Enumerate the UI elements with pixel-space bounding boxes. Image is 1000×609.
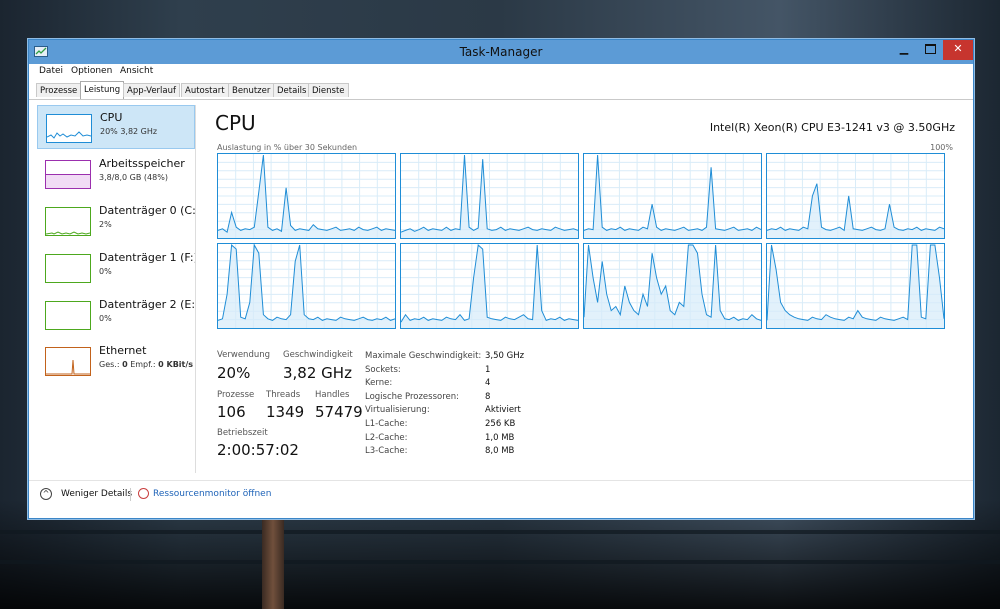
- spec-value: 1,0 MB: [485, 432, 515, 443]
- sidebar-disk2-sub: 0%: [99, 314, 112, 323]
- spec-label: Sockets:: [365, 364, 401, 375]
- logical-processor-graph: [766, 243, 945, 329]
- resource-sidebar: CPU 20% 3,82 GHz Arbeitsspeicher 3,8/8,0…: [37, 105, 196, 473]
- sidebar-item-ethernet[interactable]: Ethernet Ges.: 0 Empf.: 0 KBit/s: [37, 339, 195, 383]
- desktop-post: [262, 515, 284, 609]
- tab-leistung[interactable]: Leistung: [80, 81, 125, 99]
- title-bar[interactable]: Task-Manager ▁ ✕: [29, 40, 973, 64]
- menu-optionen[interactable]: Optionen: [71, 66, 112, 76]
- menu-datei[interactable]: Datei: [39, 66, 63, 76]
- fewer-details-link[interactable]: Weniger Details: [61, 489, 132, 499]
- logical-processor-graph: [583, 243, 762, 329]
- spec-label: Kerne:: [365, 378, 393, 389]
- resource-monitor-link[interactable]: Ressourcenmonitor öffnen: [153, 489, 271, 499]
- sidebar-disk0-sub: 2%: [99, 220, 112, 229]
- graph-axis-label: Auslastung in % über 30 Sekunden: [217, 143, 358, 152]
- tab-details[interactable]: Details: [273, 83, 311, 97]
- maximize-icon: [924, 44, 936, 54]
- tab-prozesse[interactable]: Prozesse: [36, 83, 82, 97]
- memory-fill: [46, 174, 90, 188]
- uptime-value: 2:00:57:02: [217, 441, 299, 459]
- sidebar-cpu-sub: 20% 3,82 GHz: [100, 127, 158, 136]
- desktop-stripe: [0, 560, 1000, 564]
- spec-value: 4: [485, 378, 491, 389]
- resource-monitor-icon[interactable]: [138, 488, 149, 499]
- maximize-button[interactable]: [917, 40, 943, 60]
- sidebar-disk2-title: Datenträger 2 (E:): [99, 298, 195, 311]
- cpu-detail-panel: CPU Intel(R) Xeon(R) CPU E3-1241 v3 @ 3.…: [215, 105, 955, 475]
- disk1-thumbnail-graph: [45, 254, 91, 283]
- spec-label: Maximale Geschwindigkeit:: [365, 351, 482, 361]
- window-title: Task-Manager: [459, 45, 543, 59]
- minimize-button[interactable]: ▁: [891, 40, 917, 60]
- disk0-thumbnail-graph: [45, 207, 91, 236]
- uptime-label: Betriebszeit: [217, 428, 268, 438]
- sidebar-cpu-title: CPU: [100, 111, 123, 124]
- threads-label: Threads: [266, 390, 301, 400]
- usage-label: Verwendung: [217, 350, 271, 360]
- spec-value: 3,50 GHz: [485, 351, 525, 361]
- chevron-up-icon[interactable]: ^: [40, 488, 52, 500]
- close-icon: ✕: [953, 42, 963, 55]
- sidebar-ethernet-sub: Ges.: 0 Empf.: 0 KBit/s: [99, 360, 194, 369]
- close-button[interactable]: ✕: [943, 40, 973, 60]
- sidebar-item-disk-1[interactable]: Datenträger 1 (F:) 0%: [37, 246, 195, 290]
- footer-separator: [130, 488, 131, 501]
- spec-label: Logische Prozessoren:: [365, 391, 459, 402]
- usage-value: 20%: [217, 364, 251, 382]
- sidebar-memory-title: Arbeitsspeicher: [99, 157, 185, 170]
- sidebar-disk0-title: Datenträger 0 (C: D: [99, 204, 195, 217]
- menu-ansicht[interactable]: Ansicht: [120, 66, 153, 76]
- menu-bar: Datei Optionen Ansicht: [29, 64, 973, 80]
- task-manager-window: Task-Manager ▁ ✕ Datei Optionen Ansicht …: [28, 39, 974, 519]
- handles-label: Handles: [315, 390, 350, 400]
- logical-processor-graphs: [217, 153, 951, 331]
- logical-processor-graph: [217, 243, 396, 329]
- threads-value: 1349: [266, 403, 305, 421]
- sidebar-disk1-title: Datenträger 1 (F:): [99, 251, 195, 264]
- disk2-thumbnail-graph: [45, 301, 91, 330]
- handles-value: 57479: [315, 403, 363, 421]
- spec-value: Aktiviert: [485, 405, 521, 416]
- tab-bar: Prozesse Leistung App-Verlauf Autostart …: [29, 81, 973, 100]
- sidebar-item-disk-0[interactable]: Datenträger 0 (C: D 2%: [37, 199, 195, 243]
- cpu-thumbnail-graph: [46, 114, 92, 143]
- sidebar-item-arbeitsspeicher[interactable]: Arbeitsspeicher 3,8/8,0 GB (48%): [37, 152, 195, 196]
- spec-value: 8: [485, 391, 491, 402]
- speed-label: Geschwindigkeit: [283, 350, 353, 360]
- footer-bar: ^ Weniger Details Ressourcenmonitor öffn…: [29, 480, 973, 507]
- spec-value: 8,0 MB: [485, 446, 515, 457]
- ethernet-thumbnail-graph: [45, 347, 91, 376]
- spec-label: L3-Cache:: [365, 446, 408, 457]
- logical-processor-graph: [400, 153, 579, 239]
- graph-max-label: 100%: [930, 143, 953, 152]
- tab-app-verlauf[interactable]: App-Verlauf: [123, 83, 181, 97]
- tab-autostart[interactable]: Autostart: [181, 83, 229, 97]
- sidebar-disk1-sub: 0%: [99, 267, 112, 276]
- sidebar-item-cpu[interactable]: CPU 20% 3,82 GHz: [37, 105, 195, 149]
- page-title: CPU: [215, 111, 256, 135]
- minimize-icon: ▁: [899, 42, 909, 55]
- memory-thumbnail-graph: [45, 160, 91, 189]
- desktop-stripe: [0, 530, 1000, 534]
- processes-value: 106: [217, 403, 246, 421]
- sidebar-memory-sub: 3,8/8,0 GB (48%): [99, 173, 168, 182]
- tab-dienste[interactable]: Dienste: [308, 83, 349, 97]
- spec-label: L1-Cache:: [365, 419, 408, 429]
- logical-processor-graph: [583, 153, 762, 239]
- logical-processor-graph: [766, 153, 945, 239]
- cpu-model: Intel(R) Xeon(R) CPU E3-1241 v3 @ 3.50GH…: [709, 121, 955, 134]
- tab-benutzer[interactable]: Benutzer: [228, 83, 275, 97]
- logical-processor-graph: [217, 153, 396, 239]
- spec-value: 256 KB: [485, 419, 516, 429]
- sidebar-ethernet-title: Ethernet: [99, 344, 147, 357]
- spec-label: Virtualisierung:: [365, 405, 430, 416]
- processes-label: Prozesse: [217, 390, 255, 400]
- sidebar-item-disk-2[interactable]: Datenträger 2 (E:) 0%: [37, 293, 195, 337]
- logical-processor-graph: [400, 243, 579, 329]
- spec-label: L2-Cache:: [365, 432, 408, 443]
- speed-value: 3,82 GHz: [283, 364, 352, 382]
- spec-value: 1: [485, 364, 491, 375]
